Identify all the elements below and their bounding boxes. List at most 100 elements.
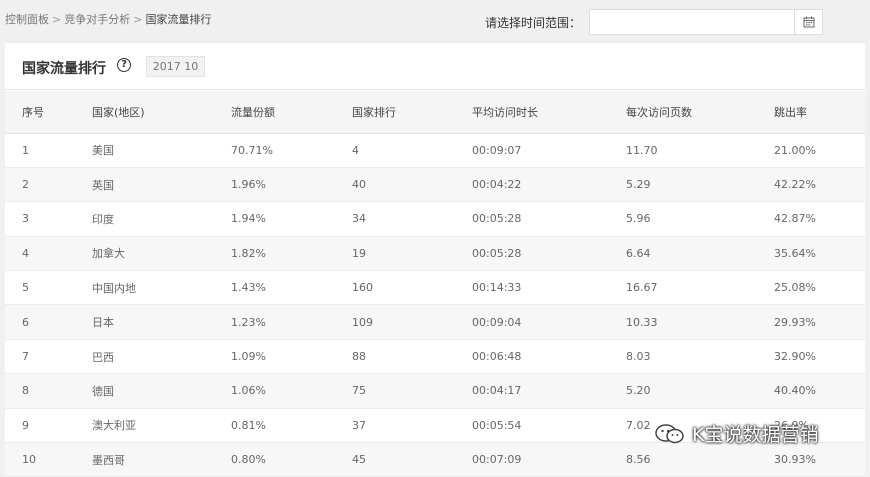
table-row: 6 日本 1.23% 109 00:09:04 10.33 29.93%: [5, 304, 865, 340]
cell-country: 巴西: [92, 350, 114, 364]
calendar-button[interactable]: [794, 9, 823, 35]
cell-bounce-rate: 25.08%: [774, 281, 816, 295]
table-header-row: 序号 国家(地区) 流量份额 国家排行 平均访问时长 每次访问页数 跳出率: [5, 91, 865, 134]
table-row: 2 英国 1.96% 40 00:04:22 5.29 42.22%: [5, 167, 865, 202]
breadcrumb: 控制面板 > 竞争对手分析 > 国家流量排行: [5, 11, 211, 27]
cell-country: 日本: [92, 316, 114, 330]
cell-traffic-share: 70.71%: [231, 143, 273, 157]
cell-pages-per-visit: 5.20: [626, 384, 651, 398]
date-range-label: 请选择时间范围：: [485, 16, 582, 30]
cell-avg-duration: 00:05:28: [472, 246, 522, 260]
cell-traffic-share: 1.23%: [231, 315, 266, 329]
cell-index: 6: [22, 315, 29, 329]
cell-index: 5: [22, 281, 29, 295]
page-title: 国家流量排行: [22, 61, 106, 77]
cell-country: 德国: [92, 384, 114, 398]
table-row: 3 印度 1.94% 34 00:05:28 5.96 42.87%: [5, 202, 865, 237]
column-header-avg-duration: 平均访问时长: [455, 91, 609, 134]
column-header-country: 国家(地区): [75, 91, 214, 134]
cell-traffic-share: 1.82%: [231, 246, 266, 260]
cell-pages-per-visit: 10.33: [626, 315, 658, 329]
cell-index: 7: [22, 350, 29, 364]
cell-index: 4: [22, 246, 29, 260]
wechat-logo-icon: [655, 423, 684, 443]
cell-country-rank: 34: [352, 212, 366, 226]
table-row: 10 墨西哥 0.80% 45 00:07:09 8.56 30.93%: [5, 442, 865, 477]
cell-country: 澳大利亚: [92, 419, 136, 433]
calendar-icon: [803, 16, 814, 28]
watermark-text: K宝说数据营销: [692, 424, 819, 446]
cell-avg-duration: 00:14:33: [472, 281, 522, 295]
cell-country: 英国: [92, 178, 114, 192]
cell-country-rank: 75: [352, 384, 366, 398]
cell-traffic-share: 1.43%: [231, 281, 266, 295]
cell-pages-per-visit: 5.29: [626, 178, 651, 192]
column-header-index: 序号: [5, 91, 75, 134]
cell-pages-per-visit: 8.03: [626, 350, 651, 364]
cell-traffic-share: 1.94%: [231, 212, 266, 226]
cell-pages-per-visit: 8.56: [626, 453, 651, 467]
table-row: 5 中国内地 1.43% 160 00:14:33 16.67 25.08%: [5, 271, 865, 305]
table-row: 7 巴西 1.09% 88 00:06:48 8.03 32.90%: [5, 339, 865, 374]
cell-index: 8: [22, 384, 29, 398]
period-badge: 2017 10: [146, 56, 205, 77]
cell-index: 2: [22, 178, 29, 192]
cell-country-rank: 45: [352, 453, 366, 467]
cell-country: 加拿大: [92, 247, 125, 261]
breadcrumb-current: 国家流量排行: [145, 13, 212, 26]
cell-country: 中国内地: [92, 281, 136, 295]
cell-bounce-rate: 42.87%: [774, 212, 816, 226]
column-header-country-rank: 国家排行: [335, 91, 455, 134]
cell-pages-per-visit: 6.64: [626, 246, 651, 260]
country-traffic-panel: 国家流量排行 ? 2017 10 序号 国家(地区) 流量份额 国家排行 平均访…: [5, 43, 865, 477]
cell-traffic-share: 1.96%: [231, 178, 266, 192]
cell-bounce-rate: 32.90%: [774, 350, 816, 364]
table-row: 1 美国 70.71% 4 00:09:07 11.70 21.00%: [5, 133, 865, 168]
cell-index: 3: [22, 212, 29, 226]
top-bar: 控制面板 > 竞争对手分析 > 国家流量排行 请选择时间范围：: [0, 0, 870, 42]
cell-bounce-rate: 29.93%: [774, 315, 816, 329]
cell-index: 10: [22, 453, 36, 467]
cell-avg-duration: 00:07:09: [472, 453, 522, 467]
breadcrumb-item-competitor-analysis[interactable]: 竞争对手分析: [64, 13, 130, 26]
column-header-pages-per-visit: 每次访问页数: [609, 91, 757, 134]
cell-traffic-share: 0.80%: [231, 453, 266, 467]
column-header-bounce-rate: 跳出率: [757, 91, 865, 134]
cell-country-rank: 37: [352, 418, 366, 432]
cell-index: 1: [22, 143, 29, 157]
cell-avg-duration: 00:06:48: [472, 350, 522, 364]
watermark: K宝说数据营销: [654, 420, 818, 447]
cell-country: 印度: [92, 212, 114, 226]
breadcrumb-separator: >: [133, 13, 143, 26]
cell-bounce-rate: 40.40%: [774, 384, 816, 398]
cell-pages-per-visit: 5.96: [626, 212, 651, 226]
cell-avg-duration: 00:04:22: [472, 178, 522, 192]
cell-avg-duration: 00:09:07: [472, 143, 522, 157]
cell-avg-duration: 00:05:54: [472, 418, 522, 432]
cell-index: 9: [22, 418, 29, 432]
cell-country: 墨西哥: [92, 453, 125, 467]
panel-header: 国家流量排行 ? 2017 10: [5, 43, 865, 90]
cell-country-rank: 40: [352, 178, 366, 192]
cell-pages-per-visit: 11.70: [626, 143, 658, 157]
cell-traffic-share: 1.06%: [231, 384, 266, 398]
cell-avg-duration: 00:09:04: [472, 315, 522, 329]
cell-traffic-share: 1.09%: [231, 350, 266, 364]
cell-country-rank: 19: [352, 246, 366, 260]
cell-bounce-rate: 35.64%: [774, 246, 816, 260]
cell-avg-duration: 00:04:17: [472, 384, 522, 398]
cell-country: 美国: [92, 144, 114, 158]
cell-pages-per-visit: 16.67: [626, 281, 658, 295]
cell-country-rank: 4: [352, 143, 359, 157]
cell-bounce-rate: 30.93%: [774, 453, 816, 467]
column-header-traffic-share: 流量份额: [214, 91, 335, 134]
help-icon[interactable]: ?: [117, 58, 131, 72]
date-range-input[interactable]: [589, 9, 795, 35]
breadcrumb-separator: >: [52, 13, 62, 26]
table-row: 4 加拿大 1.82% 19 00:05:28 6.64 35.64%: [5, 236, 865, 271]
breadcrumb-item-dashboard[interactable]: 控制面板: [5, 13, 49, 26]
cell-country-rank: 88: [352, 350, 366, 364]
cell-bounce-rate: 21.00%: [774, 143, 816, 157]
cell-country-rank: 160: [352, 281, 373, 295]
cell-traffic-share: 0.81%: [231, 418, 266, 432]
